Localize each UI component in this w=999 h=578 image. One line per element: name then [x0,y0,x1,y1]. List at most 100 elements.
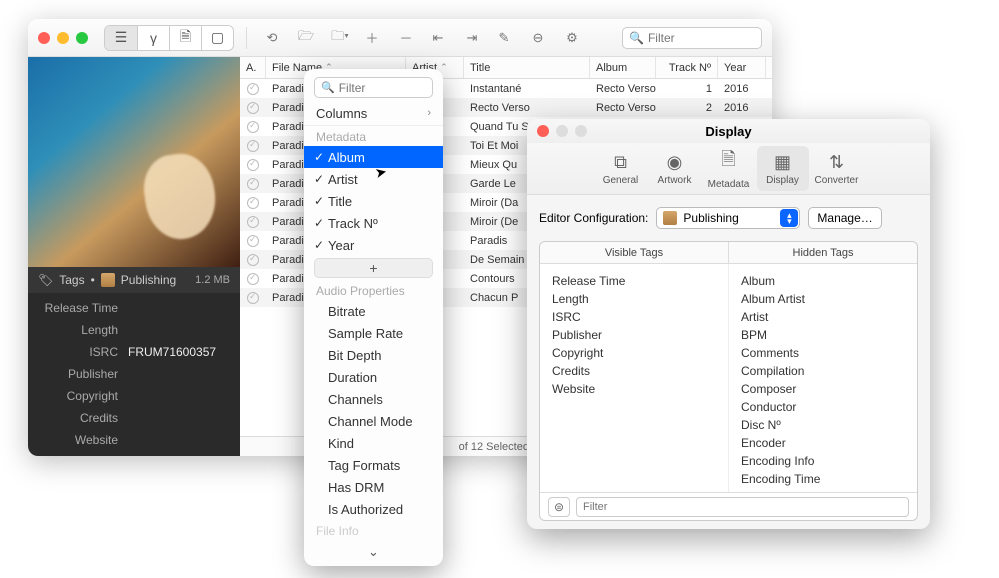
popover-column-item[interactable]: Duration [304,366,443,388]
visible-tags-list[interactable]: Release TimeLengthISRCPublisherCopyright… [540,264,729,492]
columns-menu-item[interactable]: Columns› [304,104,443,126]
tab-general[interactable]: ⧉General [595,146,647,191]
popover-column-item[interactable]: ✓Artist [304,168,443,190]
tags-table: Visible Tags Hidden Tags Release TimeLen… [539,241,918,521]
check-icon [247,102,259,114]
list-item[interactable]: Release Time [552,272,716,290]
list-item[interactable]: Publisher [552,326,716,344]
view-mode-segmented: ☰ γ 🗎 ▢ [104,25,234,51]
tag-field-row[interactable]: Website [28,429,240,451]
minimize-icon[interactable] [57,32,69,44]
tab-metadata[interactable]: 🗎Metadata [703,146,755,191]
popover-item-label: Channel Mode [328,414,413,429]
popover-column-item[interactable]: Tag Formats [304,454,443,476]
tag-to-file-button[interactable]: ⇤ [425,26,451,50]
check-icon [247,254,259,266]
list-item[interactable]: Credits [552,362,716,380]
album-artwork[interactable] [28,57,240,267]
edit-button[interactable]: ✎ [491,26,517,50]
open-folder-button[interactable]: 🗁 [293,26,319,50]
list-item[interactable]: Length [552,290,716,308]
popover-column-item[interactable]: Kind [304,432,443,454]
art-view-button[interactable]: ▢ [201,26,233,50]
tab-artwork[interactable]: ◉Artwork [649,146,701,191]
refresh-button[interactable]: ⟲ [259,26,285,50]
popover-column-item[interactable]: ✓Year [304,234,443,256]
popover-column-item[interactable]: ✓Track Nº [304,212,443,234]
list-item[interactable]: Encoding Info [741,452,905,470]
popover-column-item[interactable]: Channel Mode [304,410,443,432]
columns-popover: 🔍 Columns› Metadata ✓Album✓Artist✓Title✓… [304,69,443,566]
tag-field-row[interactable]: Publisher [28,363,240,385]
popover-search[interactable]: 🔍 [314,77,433,98]
zoom-icon[interactable] [575,125,587,137]
column-audio[interactable]: A. [240,57,266,78]
metadata-icon: 🗎 [721,147,735,177]
list-view-button[interactable]: ☰ [105,26,137,50]
tag-field-row[interactable]: Credits [28,407,240,429]
list-item[interactable]: Artist [741,308,905,326]
folder-dropdown-button[interactable]: 🗀▾ [327,26,353,50]
tags-filter-input[interactable] [576,497,909,517]
list-item[interactable]: ISRC [552,308,716,326]
hidden-tags-header[interactable]: Hidden Tags [729,242,917,263]
list-item[interactable]: Encoding Time [741,470,905,488]
branch-view-button[interactable]: γ [137,26,169,50]
close-icon[interactable] [38,32,50,44]
tag-field-value[interactable]: FRUM71600357 [128,345,230,359]
filter-toggle-button[interactable]: ⊜ [548,497,570,517]
popover-column-item[interactable]: Sample Rate [304,322,443,344]
manage-button[interactable]: Manage… [808,207,881,229]
tab-converter[interactable]: ⇅Converter [811,146,863,191]
popover-column-item[interactable]: Has DRM [304,476,443,498]
list-item[interactable]: Composer [741,380,905,398]
list-item[interactable]: Website [552,380,716,398]
visible-tags-header[interactable]: Visible Tags [540,242,729,263]
close-icon[interactable] [537,125,549,137]
toolbar-search-input[interactable] [648,31,755,45]
list-item[interactable]: Album Artist [741,290,905,308]
popover-column-item[interactable]: ✓Album [304,146,443,168]
tag-field-row[interactable]: ISRCFRUM71600357 [28,341,240,363]
list-item[interactable]: Album [741,272,905,290]
popover-column-item[interactable]: Bitrate [304,300,443,322]
popover-column-item[interactable]: Is Authorized [304,498,443,520]
column-album[interactable]: Album [590,57,656,78]
chevron-down-icon[interactable]: ⌄ [304,540,443,562]
list-item[interactable]: Encoder [741,434,905,452]
settings-button[interactable]: ⚙ [559,26,585,50]
list-item[interactable]: BPM [741,326,905,344]
toolbar-search[interactable]: 🔍 [622,27,762,49]
tag-field-row[interactable]: Release Time [28,297,240,319]
add-button[interactable]: ＋ [359,26,385,50]
list-item[interactable]: Copyright [552,344,716,362]
popover-column-item[interactable]: ✓Title [304,190,443,212]
editor-config-select[interactable]: Publishing ▴▾ [656,207,800,229]
popover-column-item[interactable]: Channels [304,388,443,410]
check-icon: ✓ [314,150,328,164]
popover-item-label: Album [328,150,365,165]
section-metadata: Metadata [316,130,431,144]
tag-field-row[interactable]: Length [28,319,240,341]
popover-search-input[interactable] [339,81,426,95]
minimize-icon[interactable] [556,125,568,137]
tab-display[interactable]: ▦Display [757,146,809,191]
list-item[interactable]: Conductor [741,398,905,416]
column-year[interactable]: Year [718,57,766,78]
delete-button[interactable]: ⊖ [525,26,551,50]
remove-button[interactable]: － [393,26,419,50]
tags-header[interactable]: 🏷 Tags • Publishing 1.2 MB [28,267,240,293]
tag-field-row[interactable]: Copyright [28,385,240,407]
column-title[interactable]: Title [464,57,590,78]
file-to-tag-button[interactable]: ⇥ [459,26,485,50]
column-trackno[interactable]: Track Nº [656,57,718,78]
file-size: 1.2 MB [195,274,230,286]
popover-add-button[interactable]: + [314,258,433,278]
doc-view-button[interactable]: 🗎 [169,26,201,50]
list-item[interactable]: Disc Nº [741,416,905,434]
hidden-tags-list[interactable]: AlbumAlbum ArtistArtistBPMCommentsCompil… [729,264,917,492]
popover-column-item[interactable]: Bit Depth [304,344,443,366]
list-item[interactable]: Comments [741,344,905,362]
list-item[interactable]: Compilation [741,362,905,380]
zoom-icon[interactable] [76,32,88,44]
